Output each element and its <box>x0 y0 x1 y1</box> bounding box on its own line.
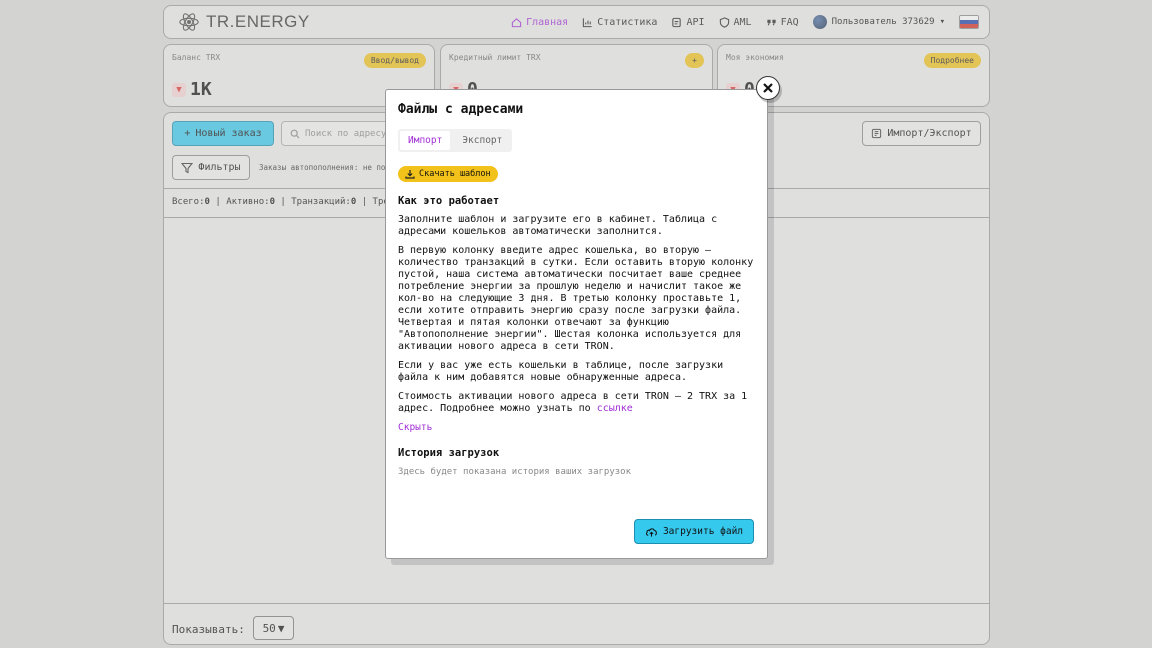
instruction-paragraph: В первую колонку введите адрес кошелька,… <box>398 245 754 352</box>
modal-tabs: Импорт Экспорт <box>398 129 513 152</box>
modal-title: Файлы с адресами <box>398 102 524 117</box>
upload-history-empty: Здесь будет показана история ваших загру… <box>398 467 631 477</box>
tab-export[interactable]: Экспорт <box>452 129 512 152</box>
address-files-modal: Файлы с адресами Импорт Экспорт Скачать … <box>385 89 768 559</box>
upload-history-title: История загрузок <box>398 447 500 459</box>
upload-file-button[interactable]: Загрузить файл <box>634 519 754 544</box>
cloud-upload-icon <box>645 527 657 537</box>
instruction-paragraph: Стоимость активации нового адреса в сети… <box>398 391 755 415</box>
activation-cost-text: Стоимость активации нового адреса в сети… <box>398 391 748 414</box>
instruction-paragraph: Если у вас уже есть кошельки в таблице, … <box>398 360 724 383</box>
download-icon <box>405 170 415 179</box>
close-button[interactable] <box>756 76 780 100</box>
upload-file-label: Загрузить файл <box>662 526 744 537</box>
download-template-button[interactable]: Скачать шаблон <box>398 166 498 182</box>
details-link[interactable]: ссылке <box>597 403 633 414</box>
download-template-label: Скачать шаблон <box>419 169 491 179</box>
close-icon <box>763 83 773 93</box>
how-it-works-title: Как это работает <box>398 195 500 207</box>
instruction-paragraph: Заполните шаблон и загрузите его в кабин… <box>398 214 718 237</box>
hide-instructions-link[interactable]: Скрыть <box>398 422 755 433</box>
tab-import[interactable]: Импорт <box>400 131 451 150</box>
